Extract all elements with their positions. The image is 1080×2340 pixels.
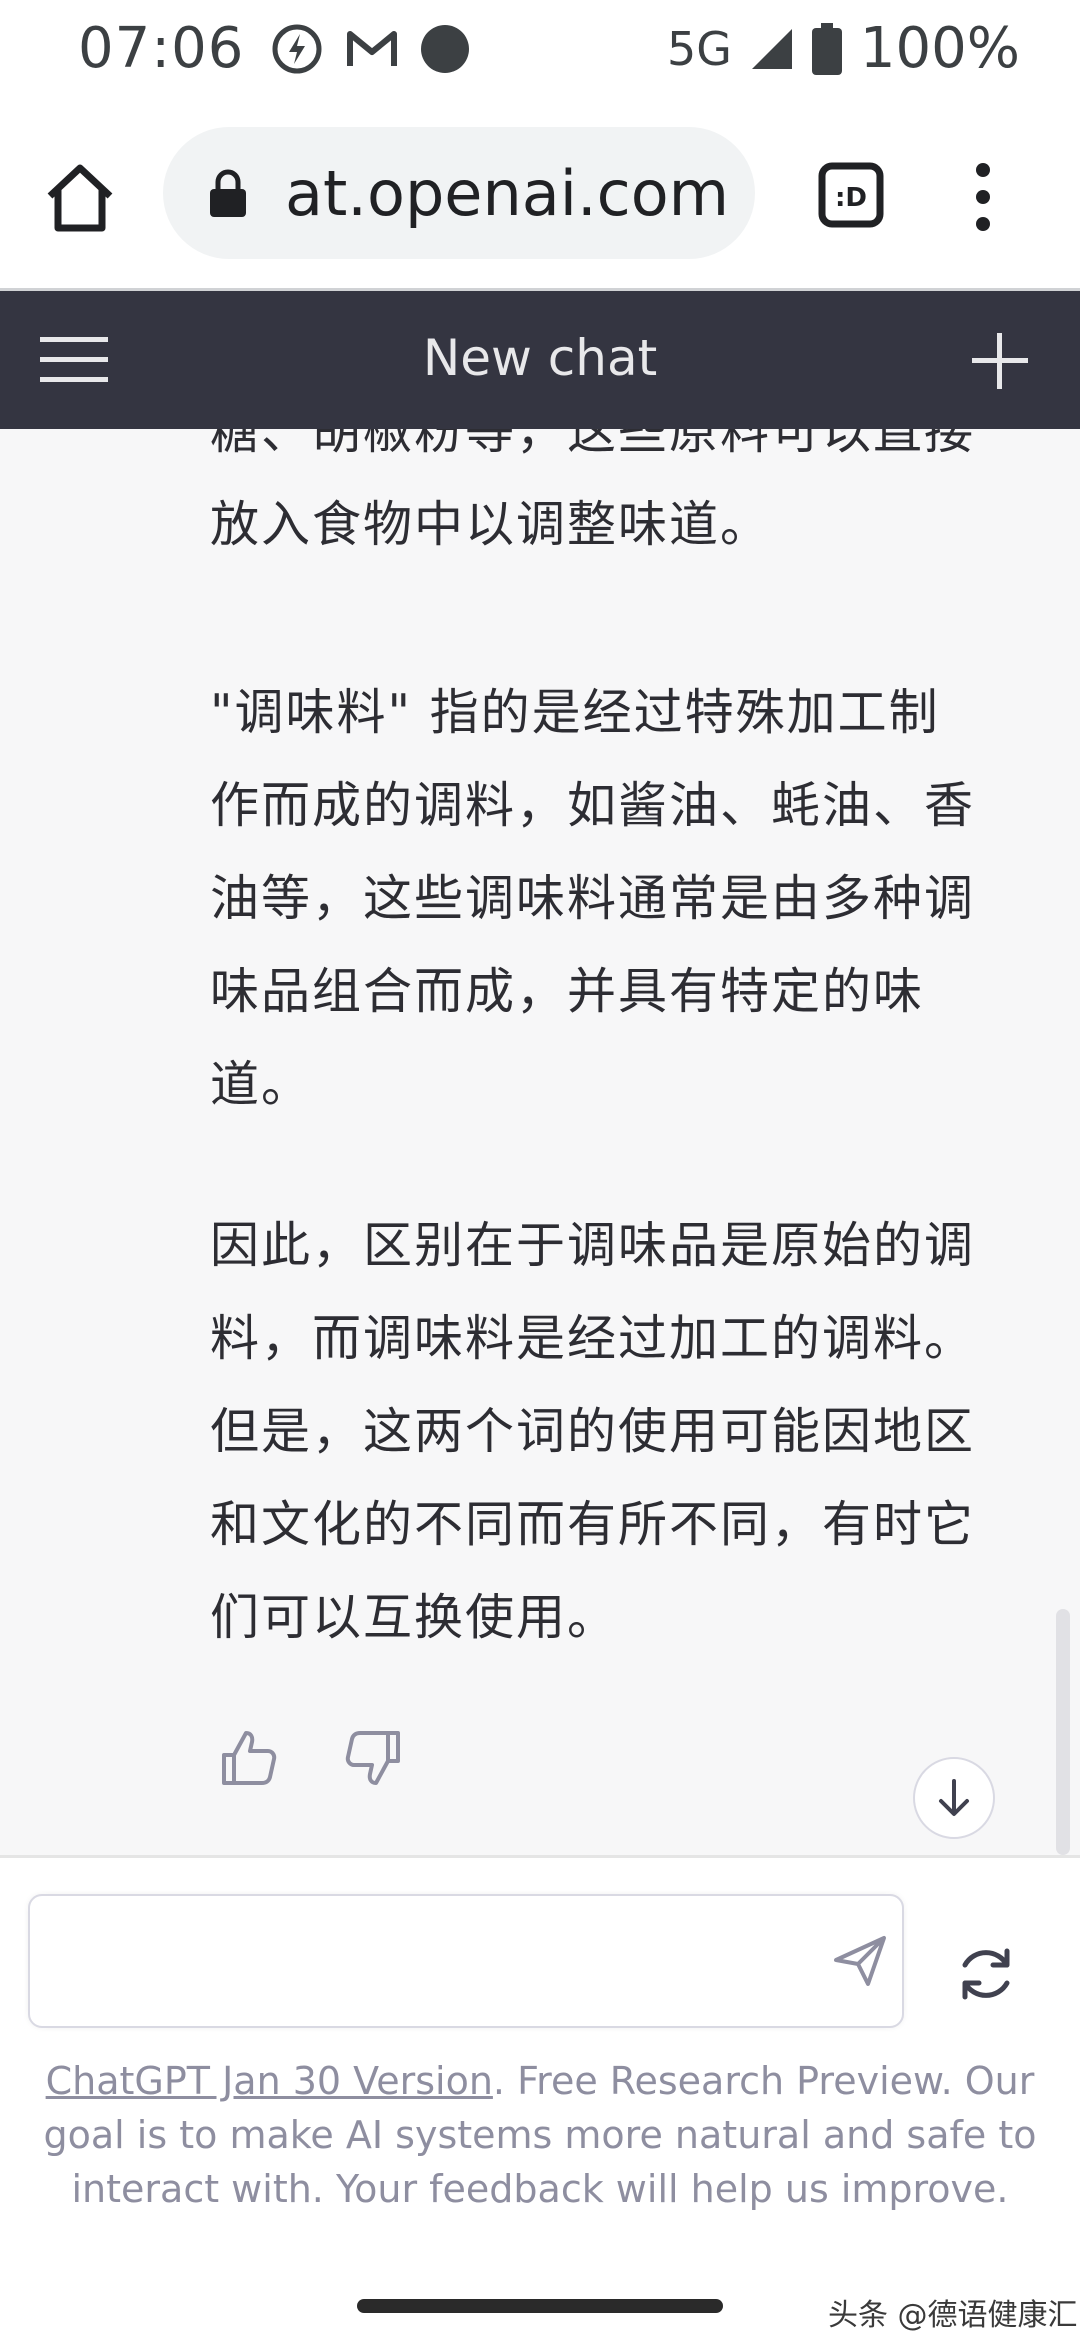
status-bar: 07:06 5G 100% <box>0 0 1080 100</box>
url-bar[interactable]: at.openai.com <box>163 127 755 259</box>
plus-icon[interactable] <box>970 331 1030 391</box>
gmail-icon <box>347 31 397 66</box>
tabs-icon[interactable]: :D <box>818 162 884 228</box>
battery-level: 100% <box>859 16 1020 81</box>
message-input[interactable] <box>50 1916 794 2008</box>
data-saver-icon <box>272 24 322 74</box>
message-paragraph: "调味料" 指的是经过特殊加工制作而成的调料，如酱油、蚝油、香油等，这些调味料通… <box>210 684 976 1113</box>
scrollbar[interactable] <box>1056 1609 1070 1855</box>
lock-icon <box>210 169 246 217</box>
footer-note: ChatGPT Jan 30 Version. Free Research Pr… <box>40 2054 1040 2216</box>
gesture-handle[interactable] <box>357 2299 723 2313</box>
message-paragraph: 糖、胡椒粉等，这些原料可以直接放入食物中以调整味道。 <box>210 429 976 553</box>
network-type: 5G <box>666 21 732 76</box>
home-icon[interactable] <box>40 158 120 238</box>
signal-icon <box>751 28 792 69</box>
input-area: ChatGPT Jan 30 Version. Free Research Pr… <box>0 1858 1080 2340</box>
regenerate-icon[interactable] <box>955 1943 1017 2005</box>
message-area[interactable]: 糖、胡椒粉等，这些原料可以直接放入食物中以调整味道。 "调味料" 指的是经过特殊… <box>0 429 1080 1855</box>
watermark: 头条 @德语健康汇 <box>828 2298 1078 2333</box>
circle-notification-icon <box>421 25 469 73</box>
tabs-label: :D <box>835 183 867 213</box>
chat-title: New chat <box>422 329 658 387</box>
send-icon[interactable] <box>830 1930 890 1990</box>
more-vert-icon[interactable] <box>968 162 998 232</box>
scroll-to-bottom-button[interactable] <box>913 1757 995 1839</box>
battery-icon <box>811 22 842 75</box>
status-right: 5G 100% <box>667 16 1020 81</box>
message-paragraph: 因此，区别在于调味品是原始的调料，而调味料是经过加工的调料。但是，这两个词的使用… <box>210 1217 976 1646</box>
status-time: 07:06 <box>78 16 245 81</box>
version-link[interactable]: ChatGPT Jan 30 Version <box>46 2059 493 2103</box>
thumbs-down-icon[interactable] <box>344 1729 402 1787</box>
message-input-box[interactable] <box>28 1894 904 2028</box>
browser-toolbar: at.openai.com :D <box>0 100 1080 290</box>
chat-header: New chat <box>0 291 1080 429</box>
url-text[interactable]: at.openai.com <box>285 157 729 230</box>
arrow-down-icon <box>939 1779 969 1816</box>
thumbs-up-icon[interactable] <box>220 1729 278 1787</box>
